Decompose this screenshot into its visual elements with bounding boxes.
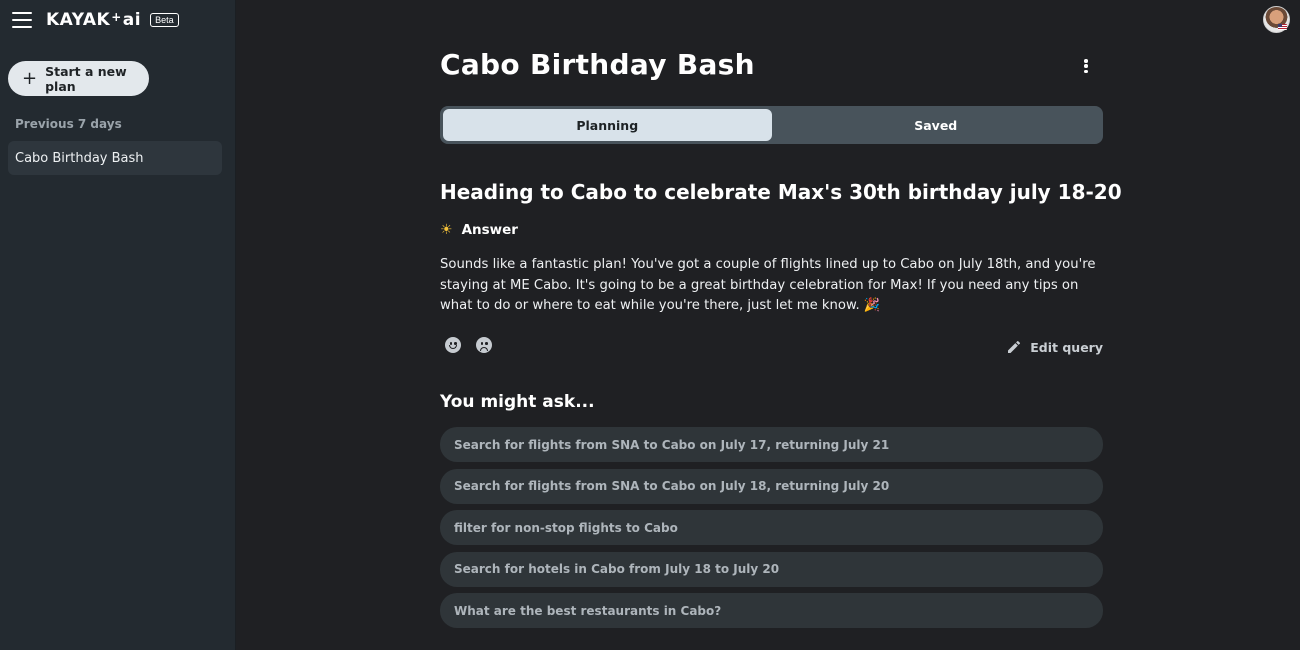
beta-badge: Beta <box>150 13 179 27</box>
history-section-label: Previous 7 days <box>15 117 122 131</box>
edit-query-button[interactable]: Edit query <box>1006 339 1103 355</box>
suggestion-list: Search for flights from SNA to Cabo on J… <box>440 427 1103 635</box>
sun-icon: ☀ <box>440 222 453 238</box>
answer-label: Answer <box>461 222 518 238</box>
suggestion-chip[interactable]: What are the best restaurants in Cabo? <box>440 593 1103 628</box>
app: KAYAK + ai Beta + Start a new plan Previ… <box>0 0 1300 650</box>
plus-icon: + <box>22 67 38 89</box>
suggestion-chip[interactable]: filter for non-stop flights to Cabo <box>440 510 1103 545</box>
suggestion-chip[interactable]: Search for flights from SNA to Cabo on J… <box>440 427 1103 462</box>
page-title: Cabo Birthday Bash <box>440 48 755 81</box>
history-item-label: Cabo Birthday Bash <box>15 150 144 166</box>
feedback-row: Edit query <box>440 336 1103 358</box>
kayak-ai-logo[interactable]: KAYAK + ai <box>46 10 141 30</box>
tab-saved[interactable]: Saved <box>772 109 1101 141</box>
start-new-plan-label: Start a new plan <box>45 63 127 94</box>
suggestion-chip[interactable]: Search for flights from SNA to Cabo on J… <box>440 468 1103 504</box>
start-new-plan-button[interactable]: + Start a new plan <box>8 61 149 96</box>
logo-brand: KAYAK <box>46 10 111 30</box>
more-vertical-icon[interactable] <box>1078 58 1094 74</box>
user-query-heading: Heading to Cabo to celebrate Max's 30th … <box>440 180 1122 204</box>
sidebar: KAYAK + ai Beta + Start a new plan Previ… <box>0 0 236 650</box>
logo-suffix: ai <box>122 10 142 30</box>
sidebar-topbar: KAYAK + ai Beta <box>0 0 235 40</box>
pencil-icon <box>1008 340 1021 353</box>
history-item-cabo-birthday-bash[interactable]: Cabo Birthday Bash <box>8 141 222 175</box>
smile-icon[interactable] <box>445 337 461 353</box>
logo-plus: + <box>111 10 122 24</box>
suggestions-title: You might ask... <box>440 392 595 412</box>
hamburger-menu-icon[interactable] <box>12 12 32 28</box>
frown-icon[interactable] <box>476 337 492 353</box>
suggestion-chip[interactable]: Search for hotels in Cabo from July 18 t… <box>440 551 1103 587</box>
us-flag-icon <box>1278 24 1287 30</box>
answer-text: Sounds like a fantastic plan! You've got… <box>440 257 1096 314</box>
tab-planning[interactable]: Planning <box>443 109 772 141</box>
answer-header: ☀ Answer <box>440 222 518 238</box>
plan-tabs: Planning Saved <box>440 106 1103 144</box>
edit-query-label: Edit query <box>1030 339 1103 355</box>
main-panel: Cabo Birthday Bash Planning Saved Headin… <box>236 0 1300 650</box>
